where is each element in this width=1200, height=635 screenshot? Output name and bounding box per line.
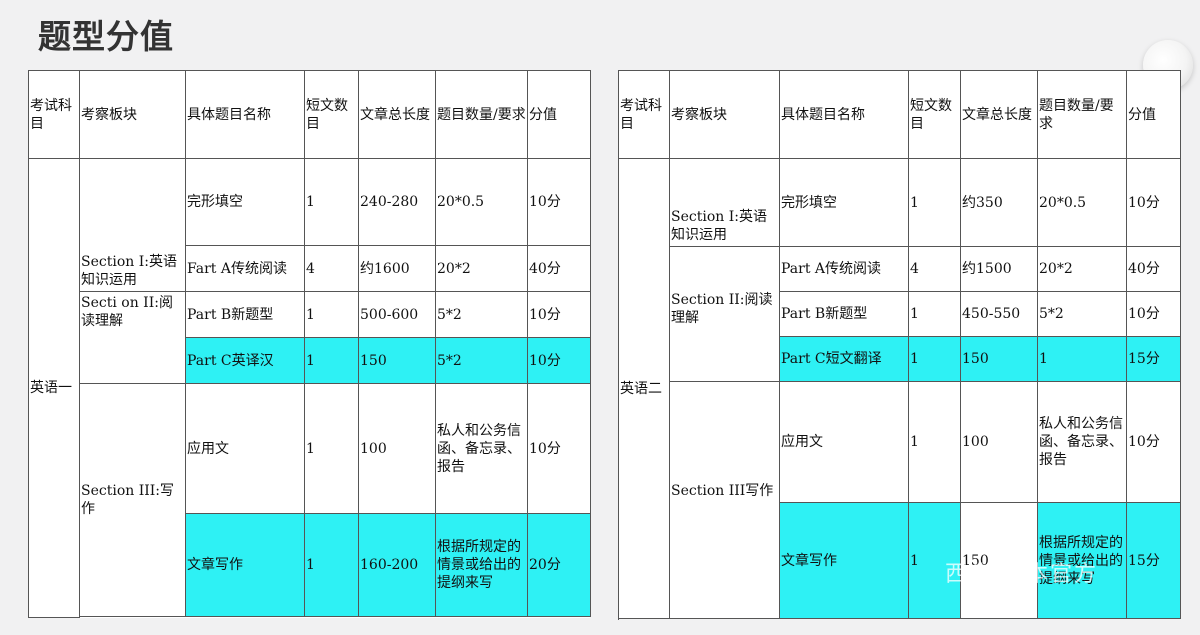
passage-count-cell: 1 xyxy=(304,513,359,617)
header-row: 考试科目 考察板块 具体题目名称 短文数目 文章总长度 题目数量/要求 分值 xyxy=(618,70,1181,159)
score-cell: 10分 xyxy=(1126,291,1181,337)
header-cell: 分值 xyxy=(1126,70,1181,159)
question-name-cell: Fart A传统阅读 xyxy=(185,245,305,292)
requirement-cell: 20*2 xyxy=(1037,246,1127,292)
header-cell: 题目数量/要求 xyxy=(1037,70,1127,159)
question-name-cell: Part A传统阅读 xyxy=(779,246,909,292)
score-cell: 10分 xyxy=(527,337,591,384)
english-one-score-table: 考试科目 考察板块 具体题目名称 短文数目 文章总长度 题目数量/要求 分值 英… xyxy=(28,70,591,618)
passage-count-cell: 1 xyxy=(304,291,359,338)
question-name-cell: 完形填空 xyxy=(779,158,909,247)
header-cell: 考察板块 xyxy=(79,70,186,159)
question-name-cell: Part C英译汉 xyxy=(185,337,305,384)
table-row: 英语二 Section I:英语知识运用 完形填空 1 约350 20*0.5 … xyxy=(618,158,1181,619)
header-row: 考试科目 考察板块 具体题目名称 短文数目 文章总长度 题目数量/要求 分值 xyxy=(28,70,591,159)
length-cell: 450-550 xyxy=(960,291,1038,337)
requirement-cell: 私人和公务信函、备忘录、报告 xyxy=(435,383,528,514)
section-cell: Section II:阅读理解 xyxy=(669,246,780,382)
question-name-cell: 应用文 xyxy=(779,381,909,503)
requirement-cell: 根据所规定的情景或给出的提纲来写 xyxy=(435,513,528,617)
length-cell: 100 xyxy=(358,383,436,514)
header-cell: 短文数目 xyxy=(304,70,359,159)
score-cell: 10分 xyxy=(527,291,591,338)
passage-count-cell: 1 xyxy=(908,291,961,337)
score-cell: 10分 xyxy=(1126,381,1181,503)
requirement-cell: 5*2 xyxy=(1037,291,1127,337)
requirement-cell: 20*2 xyxy=(435,245,528,292)
header-cell: 具体题目名称 xyxy=(779,70,909,159)
requirement-cell: 20*0.5 xyxy=(1037,158,1127,247)
section-cell: Section III:写作 xyxy=(79,383,186,617)
length-cell: 240-280 xyxy=(358,158,436,246)
length-cell: 100 xyxy=(960,381,1038,503)
watermark-text: 西华网 本官方 xyxy=(945,562,1098,587)
header-cell: 题目数量/要求 xyxy=(435,70,528,159)
requirement-cell: 1 xyxy=(1037,336,1127,382)
passage-count-cell: 1 xyxy=(908,158,961,247)
table-row: Section III写作 应用文 1 100 私人和公务信函、备忘录、报告 1… xyxy=(619,381,1181,619)
header-cell: 文章总长度 xyxy=(358,70,436,159)
question-name-cell: Part B新题型 xyxy=(779,291,909,337)
score-cell: 40分 xyxy=(1126,246,1181,292)
score-cell: 15分 xyxy=(1126,502,1181,619)
length-cell: 150 xyxy=(960,336,1038,382)
question-name-cell: Part C短文翻译 xyxy=(779,336,909,382)
section-cell: Section I:英语知识运用 xyxy=(669,158,780,247)
passage-count-cell: 4 xyxy=(908,246,961,292)
section-cell: Section III写作 xyxy=(669,381,780,619)
question-name-cell: 文章写作 xyxy=(185,513,305,617)
question-name-cell: Part B新题型 xyxy=(185,291,305,338)
question-name-cell: 完形填空 xyxy=(185,158,305,246)
header-cell: 文章总长度 xyxy=(960,70,1038,159)
length-cell: 150 xyxy=(358,337,436,384)
question-name-cell: 文章写作 xyxy=(779,502,909,619)
header-cell: 分值 xyxy=(527,70,591,159)
english-two-score-table: 考试科目 考察板块 具体题目名称 短文数目 文章总长度 题目数量/要求 分值 英… xyxy=(618,70,1181,619)
passage-count-cell: 1 xyxy=(304,383,359,514)
header-cell: 具体题目名称 xyxy=(185,70,305,159)
passage-count-cell: 1 xyxy=(304,158,359,246)
table-row: Section II:阅读理解 Part A传统阅读 4 约1500 20*2 … xyxy=(619,246,1181,382)
header-cell: 考试科目 xyxy=(618,70,670,159)
score-cell: 15分 xyxy=(1126,336,1181,382)
header-cell: 短文数目 xyxy=(908,70,961,159)
section-cell: Section I:英语知识运用 xyxy=(79,158,186,292)
requirement-cell: 5*2 xyxy=(435,337,528,384)
header-cell: 考试科目 xyxy=(28,70,80,159)
score-cell: 10分 xyxy=(1126,158,1181,247)
score-cell: 10分 xyxy=(527,158,591,246)
length-cell: 约350 xyxy=(960,158,1038,247)
length-cell: 160-200 xyxy=(358,513,436,617)
table-row: Section III:写作 应用文 1 100 私人和公务信函、备忘录、报告 … xyxy=(29,383,591,617)
section-cell: Secti on II:阅读理解 xyxy=(79,291,186,384)
english-one-table-container: 考试科目 考察板块 具体题目名称 短文数目 文章总长度 题目数量/要求 分值 英… xyxy=(28,70,591,618)
exam-subject-cell: 英语一 xyxy=(28,158,80,618)
passage-count-cell: 1 xyxy=(304,337,359,384)
passage-count-cell: 1 xyxy=(908,381,961,503)
score-cell: 10分 xyxy=(527,383,591,514)
table-row: 英语一 Section I:英语知识运用 完形填空 1 240-280 20*0… xyxy=(28,158,591,618)
page-title: 题型分值 xyxy=(38,17,174,56)
header-cell: 考察板块 xyxy=(669,70,780,159)
table-row: Secti on II:阅读理解 Part B新题型 1 500-600 5*2… xyxy=(29,291,591,384)
score-cell: 20分 xyxy=(527,513,591,617)
question-name-cell: 应用文 xyxy=(185,383,305,514)
length-cell: 500-600 xyxy=(358,291,436,338)
exam-subject-cell: 英语二 xyxy=(618,158,670,619)
length-cell: 约1500 xyxy=(960,246,1038,292)
requirement-cell: 20*0.5 xyxy=(435,158,528,246)
requirement-cell: 5*2 xyxy=(435,291,528,338)
length-cell: 约1600 xyxy=(358,245,436,292)
score-cell: 40分 xyxy=(527,245,591,292)
passage-count-cell: 1 xyxy=(908,336,961,382)
english-two-table-container: 考试科目 考察板块 具体题目名称 短文数目 文章总长度 题目数量/要求 分值 英… xyxy=(618,70,1181,619)
passage-count-cell: 4 xyxy=(304,245,359,292)
requirement-cell: 私人和公务信函、备忘录、报告 xyxy=(1037,381,1127,503)
